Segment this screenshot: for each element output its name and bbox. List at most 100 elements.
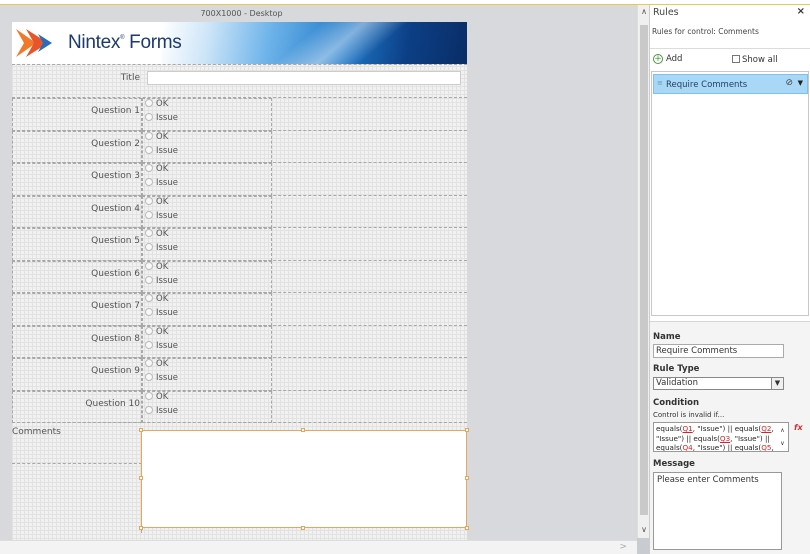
question-label: Question 9 — [91, 366, 140, 376]
radio-button[interactable] — [145, 229, 153, 237]
radio-option-ok[interactable]: OK — [145, 359, 168, 369]
question-label: Question 1 — [91, 106, 140, 116]
form-designer-canvas: 700X1000 - Desktop Nintex® Forms Title Qu… — [0, 5, 637, 543]
radio-button[interactable] — [145, 391, 153, 400]
show-all-checkbox[interactable]: Show all — [732, 55, 778, 65]
comments-label: Comments — [12, 427, 61, 437]
radio-button[interactable] — [145, 294, 153, 302]
radio-button[interactable] — [145, 99, 153, 107]
radio-option-issue[interactable]: Issue — [145, 405, 178, 416]
panel-title: Rules — [653, 7, 679, 18]
radio-button[interactable] — [145, 405, 153, 414]
scroll-thumb[interactable] — [640, 25, 648, 515]
radio-option-ok[interactable]: OK — [145, 391, 168, 402]
radio-button[interactable] — [145, 340, 153, 349]
question-label: Question 10 — [85, 398, 140, 409]
radio-option-issue[interactable]: Issue — [145, 178, 178, 188]
radio-option-ok[interactable]: OK — [145, 326, 168, 337]
resize-handle[interactable] — [301, 526, 305, 530]
resize-handle[interactable] — [139, 428, 143, 432]
add-rule-button[interactable]: + Add — [653, 54, 682, 64]
control-reference: Q2 — [761, 424, 772, 433]
radio-option-ok[interactable]: OK — [145, 261, 168, 272]
radio-button[interactable] — [145, 113, 153, 121]
radio-button[interactable] — [145, 243, 153, 251]
label-cell — [12, 463, 142, 533]
radio-button[interactable] — [145, 164, 153, 172]
condition-hint: Control is invalid if... — [653, 411, 725, 419]
radio-option-issue[interactable]: Issue — [145, 275, 178, 286]
radio-button[interactable] — [145, 131, 153, 140]
question-label: Question 6 — [91, 268, 140, 279]
radio-button[interactable] — [145, 308, 153, 316]
rule-name: Require Comments — [666, 80, 748, 90]
condition-formula-input[interactable]: equals(Q1, "Issue") || equals(Q2, "Issue… — [653, 422, 789, 452]
add-icon: + — [653, 54, 663, 64]
radio-option-issue[interactable]: Issue — [145, 210, 178, 221]
scroll-right-icon[interactable]: > — [619, 542, 627, 552]
radio-button[interactable] — [145, 196, 153, 205]
control-reference: Q5 — [761, 443, 772, 452]
formula-builder-icon[interactable]: fx — [794, 423, 807, 436]
drag-grip-icon[interactable]: ≡ — [657, 79, 663, 87]
radio-option-issue[interactable]: Issue — [145, 243, 178, 253]
radio-option-issue[interactable]: Issue — [145, 145, 178, 156]
message-label: Message — [653, 459, 695, 469]
radio-button[interactable] — [145, 210, 153, 219]
radio-button[interactable] — [145, 261, 153, 270]
radio-option-issue[interactable]: Issue — [145, 373, 178, 383]
radio-button[interactable] — [145, 178, 153, 186]
message-textarea[interactable]: Please enter Comments — [653, 472, 782, 550]
disable-icon[interactable]: ⊘ — [785, 78, 793, 88]
radio-option-issue[interactable]: Issue — [145, 113, 178, 123]
layout-size-label: 700X1000 - Desktop — [200, 9, 283, 18]
control-reference: Q1 — [682, 424, 693, 433]
divider — [650, 48, 810, 49]
resize-handle[interactable] — [465, 476, 469, 480]
resize-handle[interactable] — [465, 526, 469, 530]
question-row: Question 1 OK Issue — [12, 97, 467, 131]
formula-text: equals( — [656, 424, 683, 433]
resize-handle[interactable] — [139, 526, 143, 530]
banner-graphic — [162, 22, 467, 64]
rule-item-require-comments[interactable]: ≡ Require Comments ⊘ ▼ — [653, 74, 808, 94]
rule-name-input[interactable]: Require Comments — [653, 344, 784, 358]
question-row: Question 7 OK Issue — [12, 292, 467, 326]
close-icon[interactable]: × — [797, 6, 805, 17]
chevron-down-icon[interactable]: ▼ — [798, 79, 803, 87]
radio-option-ok[interactable]: OK — [145, 131, 168, 142]
radio-option-ok[interactable]: OK — [145, 99, 168, 109]
chevron-down-icon[interactable]: ▼ — [771, 378, 783, 389]
radio-option-ok[interactable]: OK — [145, 196, 168, 207]
question-row: Question 4 OK Issue — [12, 194, 467, 228]
radio-option-issue[interactable]: Issue — [145, 308, 178, 318]
condition-scroll[interactable]: ∧ ∨ — [778, 424, 787, 451]
radio-button[interactable] — [145, 145, 153, 154]
radio-button[interactable] — [145, 275, 153, 284]
question-row: Question 2 OK Issue — [12, 129, 467, 163]
radio-option-ok[interactable]: OK — [145, 294, 168, 304]
title-input[interactable] — [147, 71, 461, 85]
title-row: Title — [12, 64, 467, 97]
radio-button[interactable] — [145, 359, 153, 367]
radio-option-issue[interactable]: Issue — [145, 340, 178, 351]
radio-button[interactable] — [145, 326, 153, 335]
question-label: Question 2 — [91, 138, 140, 149]
rules-panel: Rules × Rules for control: Comments + Add… — [649, 5, 810, 554]
nintex-logo-icon — [16, 29, 52, 57]
nintex-forms-banner: Nintex® Forms — [12, 22, 467, 64]
question-row: Question 9 OK Issue — [12, 357, 467, 391]
radio-option-ok[interactable]: OK — [145, 164, 168, 174]
resize-handle[interactable] — [465, 428, 469, 432]
resize-handle[interactable] — [139, 476, 143, 480]
comments-textarea[interactable] — [139, 428, 469, 530]
canvas-vertical-scrollbar[interactable]: ∧ ∨ — [637, 5, 649, 538]
checkbox-box[interactable] — [732, 55, 740, 63]
name-label: Name — [653, 332, 681, 342]
radio-button[interactable] — [145, 373, 153, 381]
title-label: Title — [120, 73, 140, 83]
resize-handle[interactable] — [301, 428, 305, 432]
canvas-horizontal-scrollbar[interactable]: > — [0, 540, 637, 554]
rule-type-select[interactable]: Validation ▼ — [653, 377, 784, 390]
radio-option-ok[interactable]: OK — [145, 229, 168, 239]
